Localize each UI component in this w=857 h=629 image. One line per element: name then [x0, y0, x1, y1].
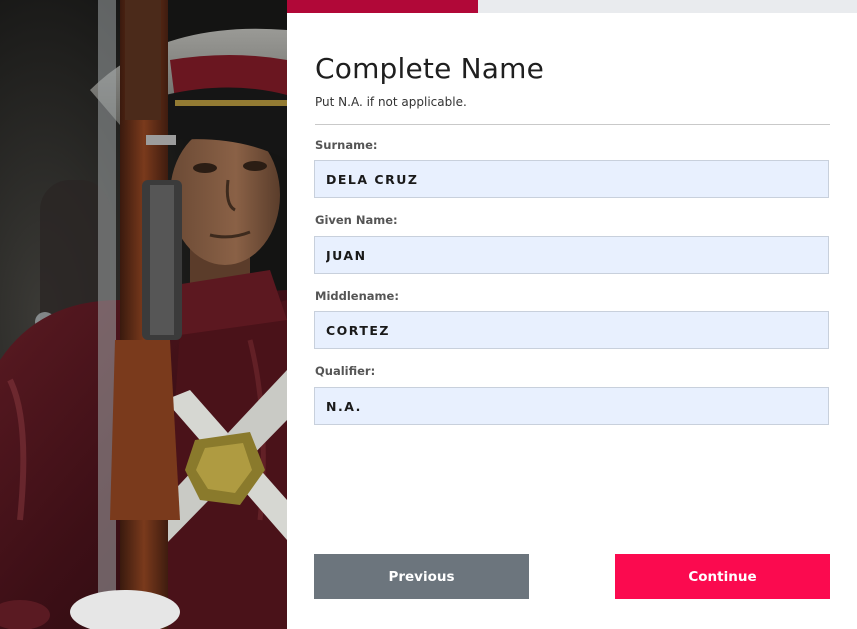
progress-bar	[287, 0, 857, 13]
form-panel: Complete Name Put N.A. if not applicable…	[287, 0, 857, 629]
cadet-illustration	[0, 0, 287, 629]
hero-photo	[0, 0, 287, 629]
page-title: Complete Name	[315, 52, 545, 85]
middlename-label: Middlename:	[315, 289, 399, 303]
continue-button[interactable]: Continue	[615, 554, 830, 599]
page-subtitle: Put N.A. if not applicable.	[315, 95, 467, 109]
middlename-input[interactable]	[314, 311, 829, 349]
given-name-label: Given Name:	[315, 213, 398, 227]
given-name-input[interactable]	[314, 236, 829, 274]
surname-input[interactable]	[314, 160, 829, 198]
progress-bar-fill	[287, 0, 478, 13]
qualifier-label: Qualifier:	[315, 364, 376, 378]
surname-label: Surname:	[315, 138, 378, 152]
app-root: Complete Name Put N.A. if not applicable…	[0, 0, 857, 629]
qualifier-input[interactable]	[314, 387, 829, 425]
previous-button[interactable]: Previous	[314, 554, 529, 599]
divider	[315, 124, 830, 125]
